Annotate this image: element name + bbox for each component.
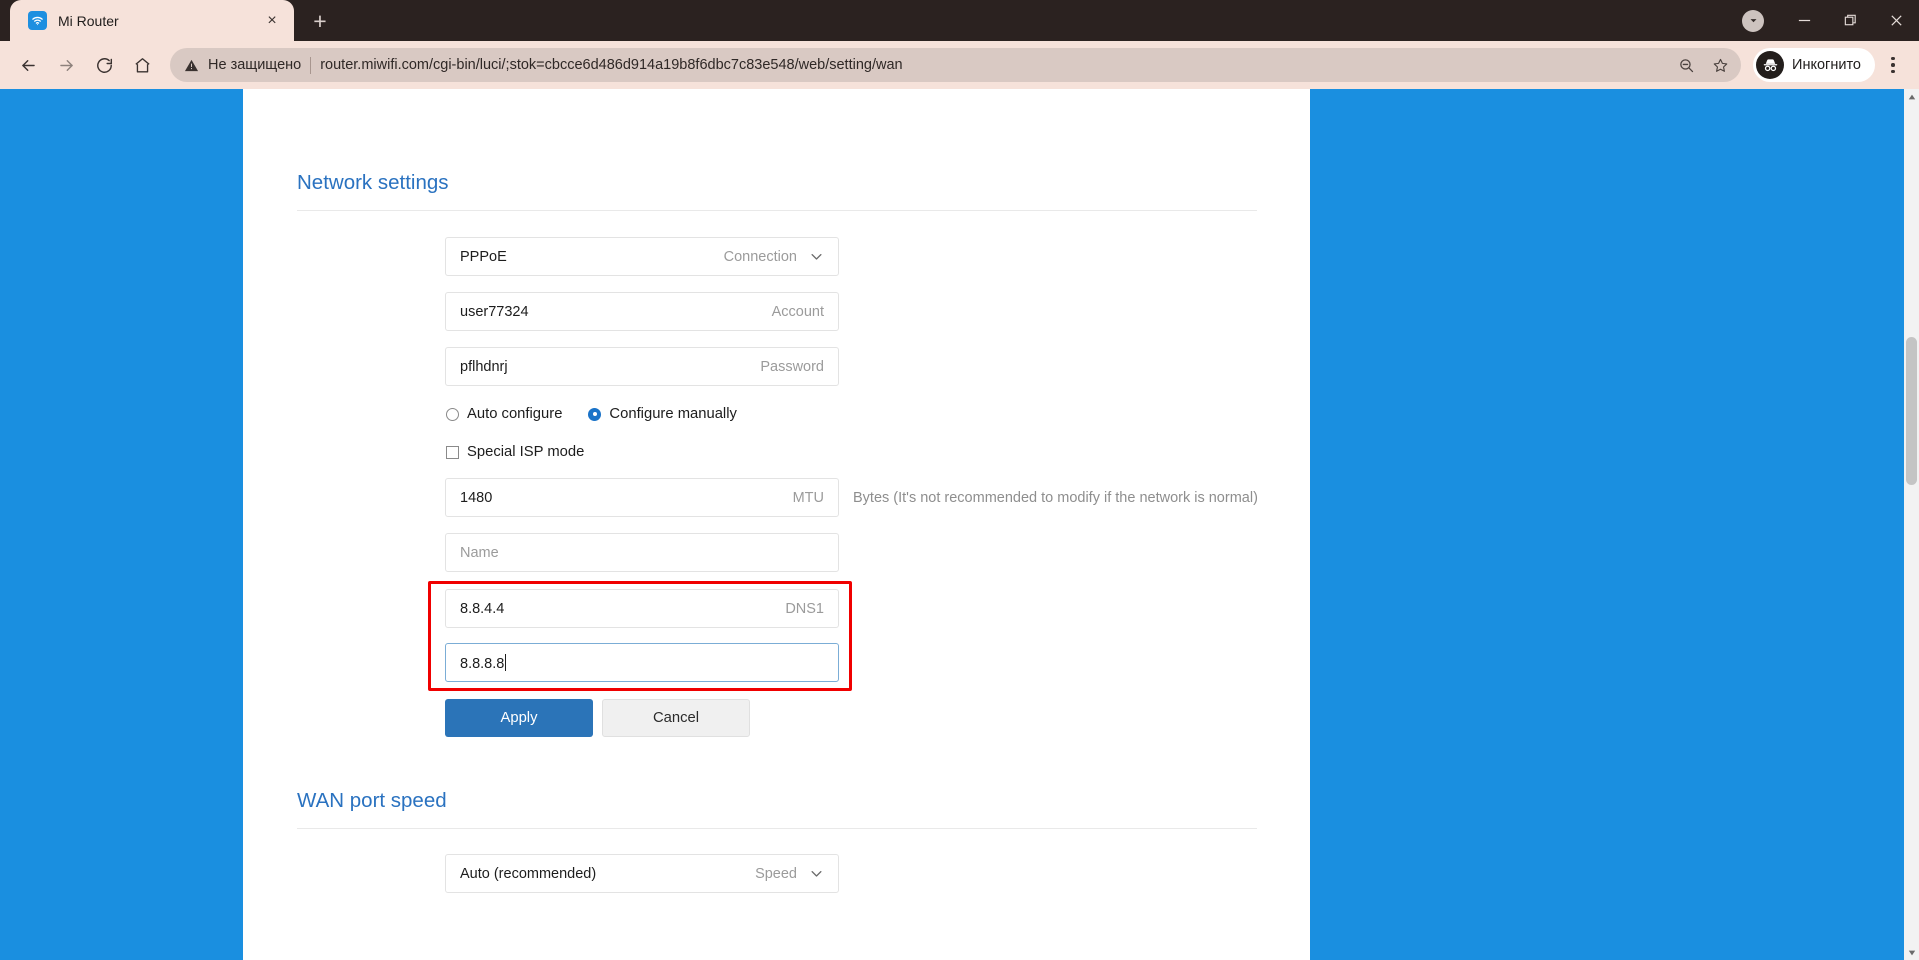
page-viewport: Network settings PPPoE Connection user77… bbox=[0, 89, 1919, 960]
wan-speed-label: Speed bbox=[755, 865, 797, 882]
checkbox-special-isp-icon[interactable] bbox=[446, 445, 459, 459]
close-window-button[interactable] bbox=[1873, 0, 1919, 41]
omnibox-actions bbox=[1671, 50, 1735, 80]
radio-configure-manually-icon[interactable] bbox=[588, 407, 602, 421]
scroll-down-icon[interactable] bbox=[1904, 945, 1919, 960]
mtu-hint: Bytes (It's not recommended to modify if… bbox=[853, 490, 1258, 506]
router-admin-page: Network settings PPPoE Connection user77… bbox=[243, 89, 1310, 960]
tab-strip: Mi Router × + bbox=[0, 0, 1919, 41]
browser-tab[interactable]: Mi Router × bbox=[10, 0, 294, 41]
radio-auto-configure-icon[interactable] bbox=[446, 407, 459, 421]
auto-configure-label: Auto configure bbox=[467, 406, 563, 422]
mtu-value: 1480 bbox=[460, 489, 493, 506]
dns1-label: DNS1 bbox=[785, 600, 824, 617]
window-controls bbox=[1725, 0, 1919, 41]
address-bar[interactable]: Не защищено router.miwifi.com/cgi-bin/lu… bbox=[170, 48, 1742, 82]
config-mode-group: Auto configure Configure manually bbox=[446, 406, 763, 422]
network-settings-title: Network settings bbox=[297, 171, 449, 194]
menu-dot bbox=[1891, 63, 1895, 67]
chevron-down-icon bbox=[1742, 9, 1764, 32]
forward-icon[interactable] bbox=[48, 47, 84, 83]
dns1-value: 8.8.4.4 bbox=[460, 600, 505, 617]
chevron-down-icon bbox=[809, 249, 824, 264]
wifi-icon bbox=[28, 11, 47, 30]
account-value: user77324 bbox=[460, 303, 529, 320]
dns2-value-text: 8.8.8.8 bbox=[460, 655, 505, 672]
auto-configure-option[interactable]: Auto configure bbox=[446, 406, 562, 422]
page-scrollbar[interactable] bbox=[1904, 89, 1919, 960]
not-secure-warning-icon bbox=[184, 58, 199, 73]
scroll-up-icon[interactable] bbox=[1904, 89, 1919, 104]
close-tab-icon[interactable]: × bbox=[260, 9, 284, 33]
reload-icon[interactable] bbox=[86, 47, 122, 83]
incognito-indicator[interactable]: Инкогнито bbox=[1753, 48, 1875, 82]
star-icon[interactable] bbox=[1705, 50, 1735, 80]
password-input[interactable]: pflhdnrj Password bbox=[445, 347, 839, 386]
home-icon[interactable] bbox=[124, 47, 160, 83]
configure-manually-option[interactable]: Configure manually bbox=[588, 406, 737, 422]
browser-window: Mi Router × + Не защищено router.miwifi.… bbox=[0, 0, 1919, 960]
window-dropdown-button[interactable] bbox=[1725, 0, 1781, 41]
incognito-label: Инкогнито bbox=[1792, 57, 1861, 73]
text-cursor bbox=[505, 653, 507, 671]
scrollbar-thumb[interactable] bbox=[1906, 337, 1917, 485]
kebab-menu-icon[interactable] bbox=[1877, 47, 1909, 83]
tab-title: Mi Router bbox=[58, 12, 119, 29]
maximize-button[interactable] bbox=[1827, 0, 1873, 41]
minimize-button[interactable] bbox=[1781, 0, 1827, 41]
account-label: Account bbox=[771, 303, 824, 320]
connection-type-select[interactable]: PPPoE Connection bbox=[445, 237, 839, 276]
configure-manually-label: Configure manually bbox=[609, 406, 737, 422]
wan-port-speed-title: WAN port speed bbox=[297, 789, 447, 812]
zoom-out-icon[interactable] bbox=[1671, 50, 1701, 80]
network-settings-divider bbox=[297, 210, 1257, 211]
url-text: router.miwifi.com/cgi-bin/luci/;stok=cbc… bbox=[320, 57, 903, 73]
connection-type-value: PPPoE bbox=[460, 248, 507, 265]
special-isp-group: Special ISP mode bbox=[446, 444, 610, 460]
mtu-label: MTU bbox=[792, 489, 824, 506]
account-input[interactable]: user77324 Account bbox=[445, 292, 839, 331]
wan-speed-select[interactable]: Auto (recommended) Speed bbox=[445, 854, 839, 893]
service-name-placeholder: Name bbox=[460, 544, 499, 561]
wan-speed-value: Auto (recommended) bbox=[460, 865, 597, 882]
browser-toolbar: Не защищено router.miwifi.com/cgi-bin/lu… bbox=[0, 41, 1919, 89]
special-isp-option[interactable]: Special ISP mode bbox=[446, 444, 584, 460]
dns2-value: 8.8.8.8 bbox=[460, 653, 824, 672]
cancel-button[interactable]: Cancel bbox=[602, 699, 750, 737]
omnibox-divider bbox=[310, 56, 312, 74]
password-value: pflhdnrj bbox=[460, 358, 508, 375]
password-label: Password bbox=[760, 358, 824, 375]
incognito-icon bbox=[1756, 51, 1785, 79]
security-status-label: Не защищено bbox=[208, 57, 302, 73]
dns2-input[interactable]: 8.8.8.8 bbox=[445, 643, 839, 682]
dns1-input[interactable]: 8.8.4.4 DNS1 bbox=[445, 589, 839, 628]
mtu-input[interactable]: 1480 MTU bbox=[445, 478, 839, 517]
new-tab-button[interactable]: + bbox=[303, 4, 337, 38]
chevron-down-icon bbox=[809, 866, 824, 881]
apply-button[interactable]: Apply bbox=[445, 699, 593, 737]
menu-dot bbox=[1891, 56, 1895, 61]
wan-port-speed-divider bbox=[297, 828, 1257, 829]
service-name-input[interactable]: Name bbox=[445, 533, 839, 572]
special-isp-label: Special ISP mode bbox=[467, 444, 585, 460]
menu-dot bbox=[1891, 69, 1895, 74]
connection-type-label: Connection bbox=[723, 248, 797, 265]
back-icon[interactable] bbox=[10, 47, 46, 83]
